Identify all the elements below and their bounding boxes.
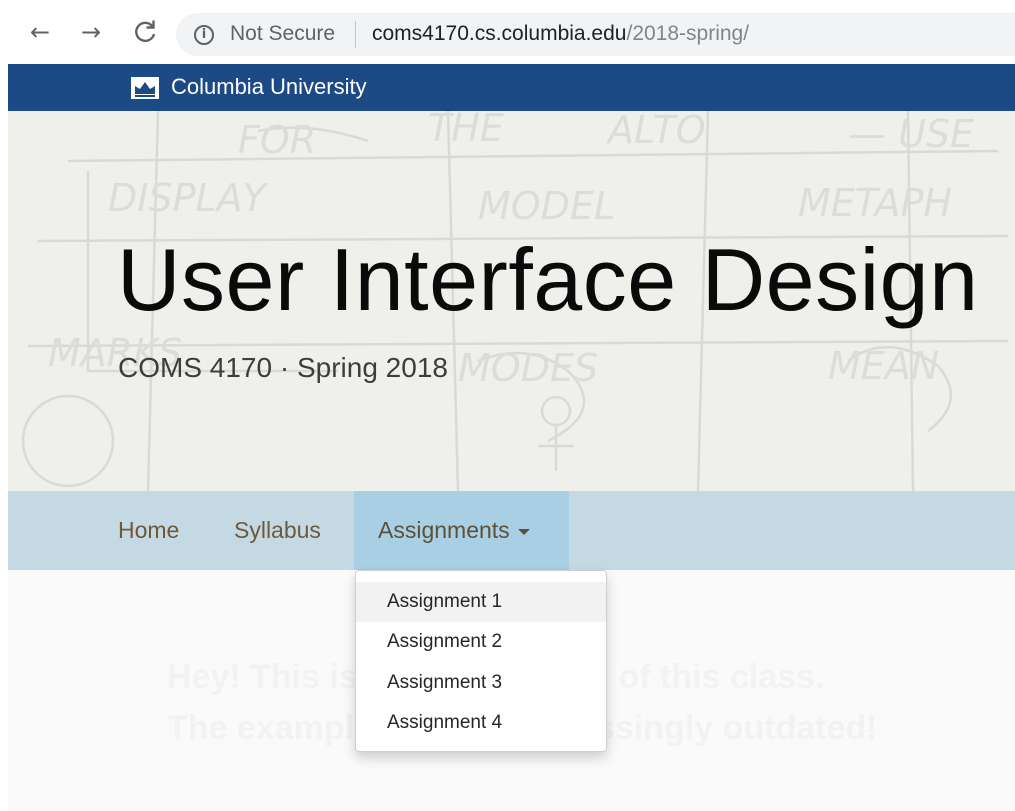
svg-text:METAPH: METAPH (798, 181, 952, 225)
nav-assignments-toggle[interactable]: Assignments (354, 491, 569, 570)
svg-text:ALTO: ALTO (605, 111, 706, 152)
svg-text:THE: THE (428, 111, 504, 150)
svg-text:— USE: — USE (848, 112, 974, 156)
security-label[interactable]: Not Secure (230, 20, 335, 48)
nav-assignments-label: Assignments (378, 517, 510, 543)
url-text[interactable]: coms4170.cs.columbia.edu/2018-spring/ (372, 20, 749, 48)
dropdown-item-assignment-1[interactable]: Assignment 1 (356, 582, 606, 622)
page-title: User Interface Design (117, 230, 979, 329)
url-host: coms4170.cs.columbia.edu (372, 22, 627, 45)
dropdown-item-assignment-4[interactable]: Assignment 4 (356, 703, 606, 743)
svg-text:MODEL: MODEL (478, 184, 615, 228)
university-name[interactable]: Columbia University (171, 72, 367, 102)
svg-text:DISPLAY: DISPLAY (108, 176, 269, 220)
nav-syllabus[interactable]: Syllabus (234, 491, 321, 570)
assignments-dropdown-menu: Assignment 1 Assignment 2 Assignment 3 A… (355, 570, 607, 752)
course-subtitle: COMS 4170 · Spring 2018 (118, 352, 448, 383)
university-bar (8, 64, 1015, 111)
url-path: /2018-spring/ (626, 22, 750, 45)
nav-home[interactable]: Home (118, 491, 179, 570)
caret-down-icon (517, 528, 530, 535)
dropdown-item-assignment-2[interactable]: Assignment 2 (356, 622, 606, 662)
svg-text:MEAN: MEAN (828, 344, 939, 388)
dropdown-item-assignment-3[interactable]: Assignment 3 (356, 663, 606, 703)
address-divider (355, 21, 356, 48)
forward-arrow-icon[interactable]: → (73, 14, 109, 50)
crown-icon[interactable] (131, 77, 159, 99)
svg-text:FOR: FOR (238, 118, 316, 162)
info-icon[interactable]: i (194, 25, 214, 45)
back-arrow-icon[interactable]: ← (22, 14, 58, 50)
reload-icon[interactable] (128, 14, 164, 50)
svg-text:MODES: MODES (458, 346, 598, 390)
